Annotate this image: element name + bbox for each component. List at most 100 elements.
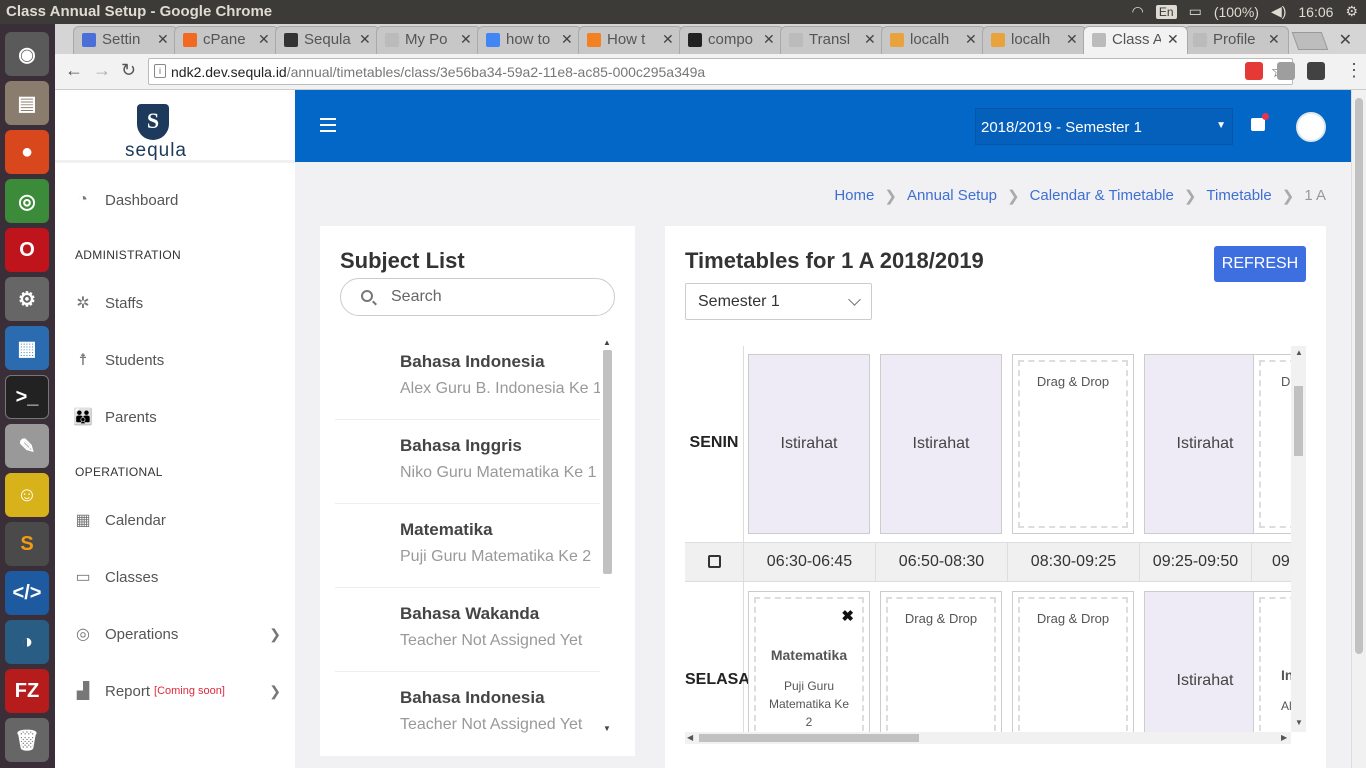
breadcrumb-calendar-timetable[interactable]: Calendar & Timetable: [1030, 187, 1174, 205]
timetable-vertical-scrollbar-thumb[interactable]: [1294, 386, 1303, 456]
remove-lesson-icon[interactable]: ✖: [841, 607, 854, 625]
sidebar-item-students[interactable]: ☨ Students: [55, 345, 295, 375]
vscode-icon[interactable]: </>: [5, 571, 49, 615]
timetable-slot-dropzone[interactable]: Drag & Drop: [1012, 354, 1134, 534]
sidebar-item-dashboard[interactable]: ◔ Dashboard: [55, 185, 295, 215]
new-tab-button[interactable]: [1291, 32, 1329, 50]
clock[interactable]: 16:06: [1298, 4, 1333, 20]
tab-close-icon[interactable]: ✕: [864, 31, 878, 54]
timetable-slot-break[interactable]: Istirahat: [1144, 354, 1266, 534]
browser-tab[interactable]: localh ✕: [982, 26, 1087, 54]
notification-icon[interactable]: [1251, 113, 1269, 131]
user-avatar[interactable]: [1296, 112, 1326, 142]
scroll-right-arrow-icon[interactable]: ▶: [1281, 733, 1287, 742]
timetable-slot-dropzone[interactable]: Drag & Drop: [1253, 354, 1291, 534]
scroll-down-arrow-icon[interactable]: ▼: [603, 724, 611, 733]
timetable-slot-assigned[interactable]: In Al Inc: [1253, 591, 1291, 732]
browser-tab[interactable]: My Po ✕: [376, 26, 481, 54]
timetable-slot-dropzone[interactable]: Drag & Drop: [1012, 591, 1134, 732]
browser-tab[interactable]: How t ✕: [578, 26, 683, 54]
menu-dots-icon[interactable]: ⋮: [1345, 60, 1363, 81]
browser-tab[interactable]: Class A ✕: [1083, 26, 1188, 54]
sidebar-item-staffs[interactable]: ✲ Staffs: [55, 288, 295, 318]
terminal-icon[interactable]: >_: [5, 375, 49, 419]
browser-tab[interactable]: cPane ✕: [174, 26, 279, 54]
list-item[interactable]: Matematika Puji Guru Matematika Ke 2: [335, 504, 600, 588]
forward-icon[interactable]: →: [93, 60, 111, 81]
timetable-slot-break[interactable]: Istirahat: [1144, 591, 1266, 732]
scroll-up-arrow-icon[interactable]: ▲: [1295, 348, 1303, 357]
page-scrollbar-thumb[interactable]: [1355, 98, 1363, 654]
academic-semester-select[interactable]: 2018/2019 - Semester 1 ▼: [975, 108, 1233, 145]
trash-icon[interactable]: 🗑: [5, 718, 49, 762]
extension-puzzle-icon[interactable]: [1307, 62, 1325, 80]
wifi-icon[interactable]: ◠: [1132, 3, 1144, 20]
scroll-down-arrow-icon[interactable]: ▼: [1295, 718, 1303, 727]
list-item[interactable]: Bahasa Wakanda Teacher Not Assigned Yet: [335, 588, 600, 672]
tab-close-icon[interactable]: ✕: [359, 31, 373, 54]
filezilla-icon[interactable]: FZ: [5, 669, 49, 713]
app-icon[interactable]: ☺: [5, 473, 49, 517]
list-item[interactable]: Bahasa Indonesia Teacher Not Assigned Ye…: [335, 672, 600, 736]
text-editor-icon[interactable]: ✎: [5, 424, 49, 468]
browser-tab[interactable]: Sequla ✕: [275, 26, 380, 54]
sidebar-item-operations[interactable]: ◎ Operations ❯: [55, 619, 295, 649]
scroll-up-arrow-icon[interactable]: ▲: [603, 338, 611, 347]
timetable-vertical-scrollbar[interactable]: ▲ ▼: [1291, 346, 1306, 732]
tab-close-icon[interactable]: ✕: [460, 31, 474, 54]
chrome-icon[interactable]: ◎: [5, 179, 49, 223]
tab-close-icon[interactable]: ✕: [763, 31, 777, 54]
tab-close-icon[interactable]: ✕: [1066, 31, 1080, 54]
sidebar-item-parents[interactable]: 👪 Parents: [55, 402, 295, 432]
sublime-text-icon[interactable]: S: [5, 522, 49, 566]
page-scrollbar[interactable]: [1351, 90, 1366, 768]
window-close-icon[interactable]: ✕: [1339, 30, 1352, 50]
sequla-logo[interactable]: S sequla: [125, 104, 186, 162]
browser-tab[interactable]: Transl ✕: [780, 26, 885, 54]
sidebar-item-calendar[interactable]: ▦ Calendar: [55, 505, 295, 535]
browser-tab[interactable]: Settin ✕: [73, 26, 178, 54]
page-info-icon[interactable]: i: [154, 64, 166, 78]
tab-close-icon[interactable]: ✕: [1167, 31, 1181, 54]
breadcrumb-timetable[interactable]: Timetable: [1206, 187, 1271, 205]
timetable-slot-break[interactable]: Istirahat: [880, 354, 1002, 534]
breadcrumb-home[interactable]: Home: [834, 187, 874, 205]
timetable-slot-dropzone[interactable]: Drag & Drop: [880, 591, 1002, 732]
subject-search-input[interactable]: Search: [340, 278, 615, 316]
mysql-workbench-icon[interactable]: ◑: [5, 620, 49, 664]
scroll-left-arrow-icon[interactable]: ◀: [687, 733, 693, 742]
writer-icon[interactable]: ▦: [5, 326, 49, 370]
tab-close-icon[interactable]: ✕: [965, 31, 979, 54]
breadcrumb-annual-setup[interactable]: Annual Setup: [907, 187, 997, 205]
browser-tab[interactable]: compo ✕: [679, 26, 784, 54]
keyboard-language[interactable]: En: [1155, 4, 1177, 19]
volume-icon[interactable]: ◀): [1271, 3, 1286, 20]
refresh-button[interactable]: REFRESH: [1214, 246, 1306, 282]
battery-icon[interactable]: ▭: [1189, 3, 1202, 20]
tab-close-icon[interactable]: ✕: [1268, 31, 1282, 54]
tab-close-icon[interactable]: ✕: [561, 31, 575, 54]
extension-icon[interactable]: [1245, 62, 1263, 80]
browser-tab[interactable]: how to ✕: [477, 26, 582, 54]
tab-close-icon[interactable]: ✕: [157, 31, 171, 54]
opera-icon[interactable]: O: [5, 228, 49, 272]
tab-close-icon[interactable]: ✕: [662, 31, 676, 54]
browser-tab[interactable]: localh ✕: [881, 26, 986, 54]
camera-icon[interactable]: [1277, 62, 1295, 80]
timetable-horizontal-scrollbar[interactable]: ◀ ▶: [685, 732, 1291, 744]
list-item[interactable]: Bahasa Inggris Niko Guru Matematika Ke 1: [335, 420, 600, 504]
back-icon[interactable]: ←: [65, 60, 83, 81]
firefox-icon[interactable]: ●: [5, 130, 49, 174]
power-gear-icon[interactable]: ⚙: [1345, 3, 1358, 20]
semester-dropdown[interactable]: Semester 1: [685, 283, 872, 320]
list-item[interactable]: Bahasa Indonesia Alex Guru B. Indonesia …: [335, 336, 600, 420]
subject-list-scrollbar-thumb[interactable]: [603, 350, 612, 574]
files-icon[interactable]: ▤: [5, 81, 49, 125]
address-bar[interactable]: i ndk2.dev.sequla.id/annual/timetables/c…: [148, 58, 1293, 85]
subject-list-scrollbar[interactable]: ▲ ▼: [601, 336, 614, 736]
ubuntu-home-icon[interactable]: ◉: [5, 32, 49, 76]
sidebar-item-report[interactable]: ▟ Report [Coming soon] ❯: [55, 676, 295, 706]
timetable-slot-assigned[interactable]: ✖ Matematika Puji Guru Matematika Ke 2: [748, 591, 870, 732]
tab-close-icon[interactable]: ✕: [258, 31, 272, 54]
hamburger-menu-icon[interactable]: [320, 118, 336, 136]
